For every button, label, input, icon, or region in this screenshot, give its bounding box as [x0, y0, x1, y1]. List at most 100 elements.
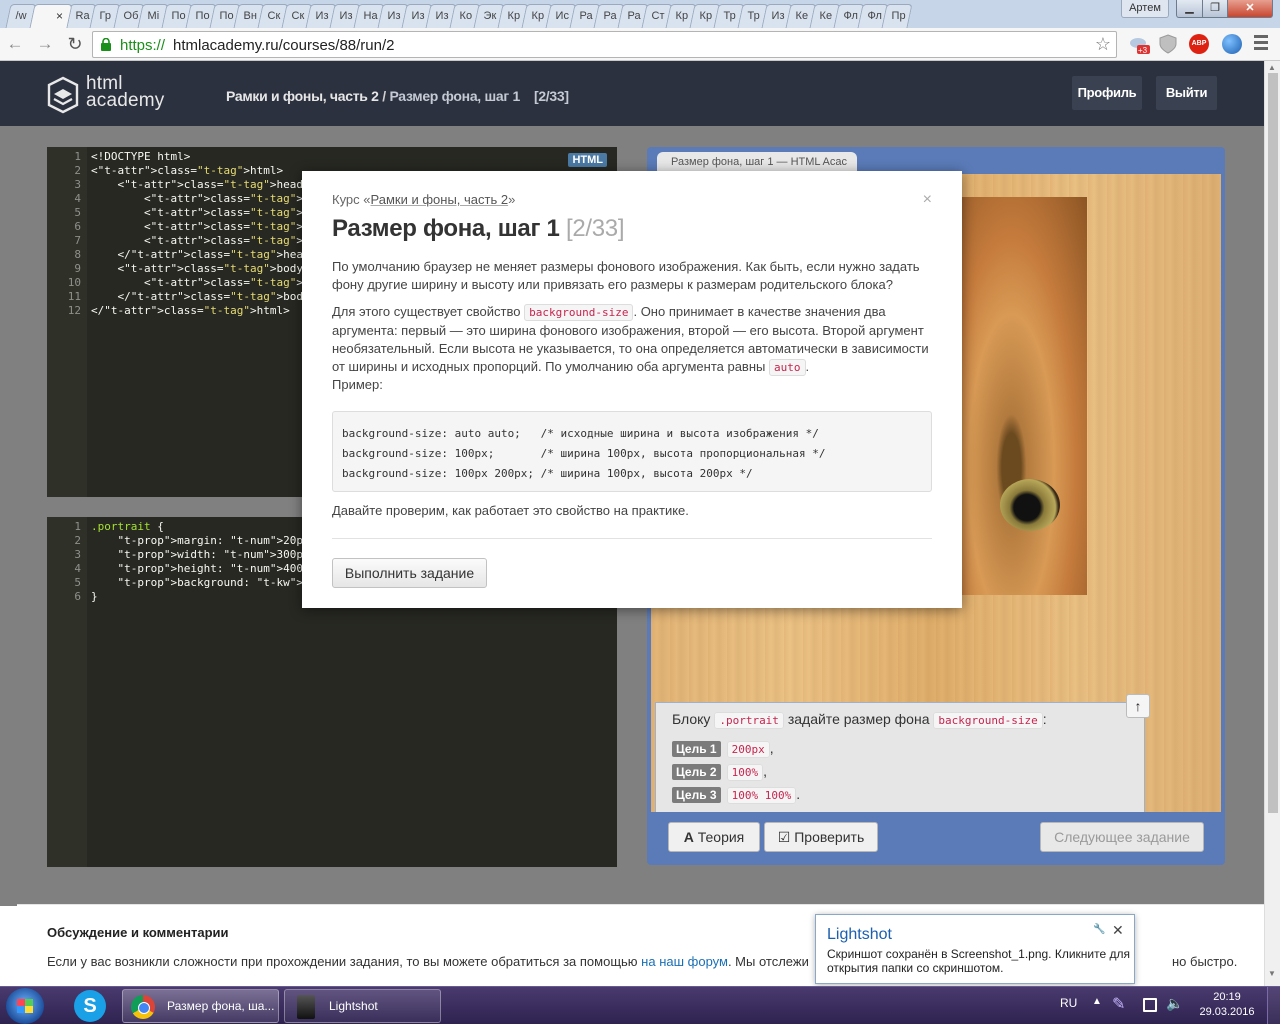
course-link[interactable]: Рамки и фоны, часть 2	[371, 192, 509, 207]
line-number: 3	[74, 548, 81, 561]
close-window-button[interactable]: ✕	[1227, 0, 1273, 18]
taskbar: S Размер фона, ша... Lightshot RU ▲ ✎ 🔈 …	[0, 986, 1280, 1024]
close-tab-icon[interactable]: ×	[56, 9, 63, 23]
line-number: 12	[67, 304, 81, 317]
vertical-scrollbar[interactable]: ▲ ▼	[1264, 61, 1280, 986]
tab-item[interactable]: Пр	[881, 4, 913, 28]
inline-code: background-size	[524, 304, 634, 321]
modal-paragraph: По умолчанию браузер не меняет размеры ф…	[332, 259, 920, 292]
line-number: 9	[74, 262, 81, 275]
next-task-button[interactable]: Следующее задание	[1040, 822, 1204, 852]
tab-list: /w × Ra Гр Об Mi По По По Вн Ск Ск Из Из На Из Из Из Ко Э…	[5, 2, 913, 28]
breadcrumb-course[interactable]: Рамки и фоны, часть 2	[226, 88, 379, 104]
cloud-extension-icon[interactable]: +3	[1128, 34, 1150, 55]
theory-button[interactable]: A Теория	[668, 822, 760, 852]
line-number: 3	[74, 178, 81, 191]
breadcrumb-step: Размер фона, шаг 1	[389, 88, 520, 104]
adblock-icon[interactable]: ABP	[1189, 34, 1209, 54]
wrench-icon[interactable]: 🔧	[1093, 924, 1105, 935]
minimize-button[interactable]: ▁	[1176, 0, 1203, 18]
modal-paragraph: Для этого существует свойство background…	[332, 304, 929, 376]
goal-item: Цель 3 100% 100%.	[672, 786, 800, 804]
code-line[interactable]: 1 <!DOCTYPE html>	[47, 150, 617, 164]
collapse-task-button[interactable]: ↑	[1126, 694, 1150, 718]
lightshot-icon	[297, 995, 315, 1019]
page: html academy Рамки и фоны, часть 2 / Раз…	[0, 61, 1264, 986]
url-scheme: https://	[120, 37, 166, 54]
close-icon[interactable]: ×	[923, 191, 932, 209]
line-number: 11	[67, 290, 81, 303]
modal-paragraph: Давайте проверим, как работает это свойс…	[332, 503, 689, 518]
line-number: 5	[74, 206, 81, 219]
lesson-modal: × Курс «Рамки и фоны, часть 2» Размер фо…	[302, 171, 962, 608]
lock-icon	[101, 38, 111, 51]
line-number: 2	[74, 534, 81, 547]
maximize-button[interactable]: ❐	[1202, 0, 1228, 18]
window-user-badge[interactable]: Артем	[1121, 0, 1169, 18]
task-selector-code: .portrait	[714, 712, 784, 729]
notification-text: Скриншот сохранён в Screenshot_1.png. Кл…	[827, 947, 1130, 975]
notification-title: Lightshot	[827, 926, 892, 943]
site-header: html academy Рамки и фоны, часть 2 / Раз…	[0, 61, 1264, 126]
checkbox-icon: ☑	[777, 829, 791, 845]
logo-text[interactable]: html academy	[86, 74, 165, 110]
modal-paragraph: Пример:	[332, 377, 383, 392]
inline-code: auto	[769, 359, 806, 376]
scroll-down-icon[interactable]: ▼	[1268, 969, 1276, 978]
show-hidden-icons-icon[interactable]: ▲	[1092, 996, 1102, 1007]
close-icon[interactable]: ✕	[1112, 922, 1124, 939]
font-icon: A	[683, 829, 694, 845]
action-center-icon[interactable]	[1143, 998, 1157, 1012]
lightshot-tray-icon[interactable]: ✎	[1112, 994, 1125, 1014]
line-number: 6	[74, 590, 81, 603]
task-panel: Блоку .portrait задайте размер фона back…	[655, 702, 1145, 812]
scrollbar-thumb[interactable]	[1268, 73, 1278, 813]
skype-icon[interactable]: S	[74, 990, 106, 1022]
shield-extension-icon[interactable]	[1158, 34, 1178, 54]
show-desktop-button[interactable]	[1267, 987, 1280, 1024]
modal-code-example: background-size: auto auto; /* исходные …	[332, 411, 932, 492]
url-path: htmlacademy.ru/courses/88/run/2	[173, 37, 395, 54]
bookmark-star-icon[interactable]: ☆	[1095, 34, 1111, 55]
line-number: 2	[74, 164, 81, 177]
cat-eye	[1000, 479, 1060, 531]
tab-strip: /w × Ra Гр Об Mi По По По Вн Ск Ск Из Из На Из Из Из Ко Э…	[0, 0, 1280, 28]
taskbar-lightshot[interactable]: Lightshot	[284, 989, 441, 1023]
check-button[interactable]: ☑ Проверить	[764, 822, 878, 852]
menu-icon[interactable]	[1254, 35, 1268, 53]
reload-icon[interactable]: ↻	[64, 34, 86, 54]
logo-icon[interactable]	[47, 76, 79, 114]
back-icon[interactable]: ←	[4, 34, 26, 54]
goal-item: Цель 2 100%,	[672, 763, 767, 781]
extension-badge: +3	[1138, 46, 1148, 54]
globe-extension-icon[interactable]	[1222, 34, 1242, 54]
do-task-button[interactable]: Выполнить задание	[332, 558, 487, 588]
lightshot-notification[interactable]: Lightshot 🔧 ✕ Скриншот сохранён в Screen…	[815, 914, 1135, 984]
clock[interactable]: 20:19 29.03.2016	[1196, 990, 1258, 1020]
taskbar-chrome[interactable]: Размер фона, ша...	[122, 989, 279, 1023]
language-indicator[interactable]: RU	[1060, 996, 1077, 1010]
address-bar[interactable]: https:// htmlacademy.ru/courses/88/run/2…	[92, 31, 1117, 58]
discussion-title: Обсуждение и комментарии	[47, 925, 229, 940]
html-badge: HTML	[568, 153, 607, 167]
modal-title: Размер фона, шаг 1 [2/33]	[332, 215, 625, 242]
task-property-code: background-size	[933, 712, 1043, 729]
profile-button[interactable]: Профиль	[1072, 76, 1142, 110]
breadcrumb: Рамки и фоны, часть 2 / Размер фона, шаг…	[226, 88, 569, 104]
scroll-up-icon[interactable]: ▲	[1268, 63, 1276, 72]
browser-toolbar: ← → ↻ https:// htmlacademy.ru/courses/88…	[0, 28, 1280, 61]
line-number: 8	[74, 248, 81, 261]
forum-link[interactable]: на наш форум	[641, 954, 728, 969]
line-number: 5	[74, 576, 81, 589]
start-button[interactable]	[6, 988, 44, 1024]
logout-button[interactable]: Выйти	[1156, 76, 1217, 110]
goal-item: Цель 1 200px,	[672, 740, 774, 758]
tab-active[interactable]: ×	[29, 4, 73, 28]
line-number: 1	[74, 150, 81, 163]
modal-step-counter: [2/33]	[565, 215, 625, 242]
forward-icon[interactable]: →	[34, 34, 56, 54]
volume-icon[interactable]: 🔈	[1166, 995, 1183, 1012]
line-number: 10	[67, 276, 81, 289]
step-counter: [2/33]	[533, 88, 569, 104]
divider	[332, 538, 932, 539]
